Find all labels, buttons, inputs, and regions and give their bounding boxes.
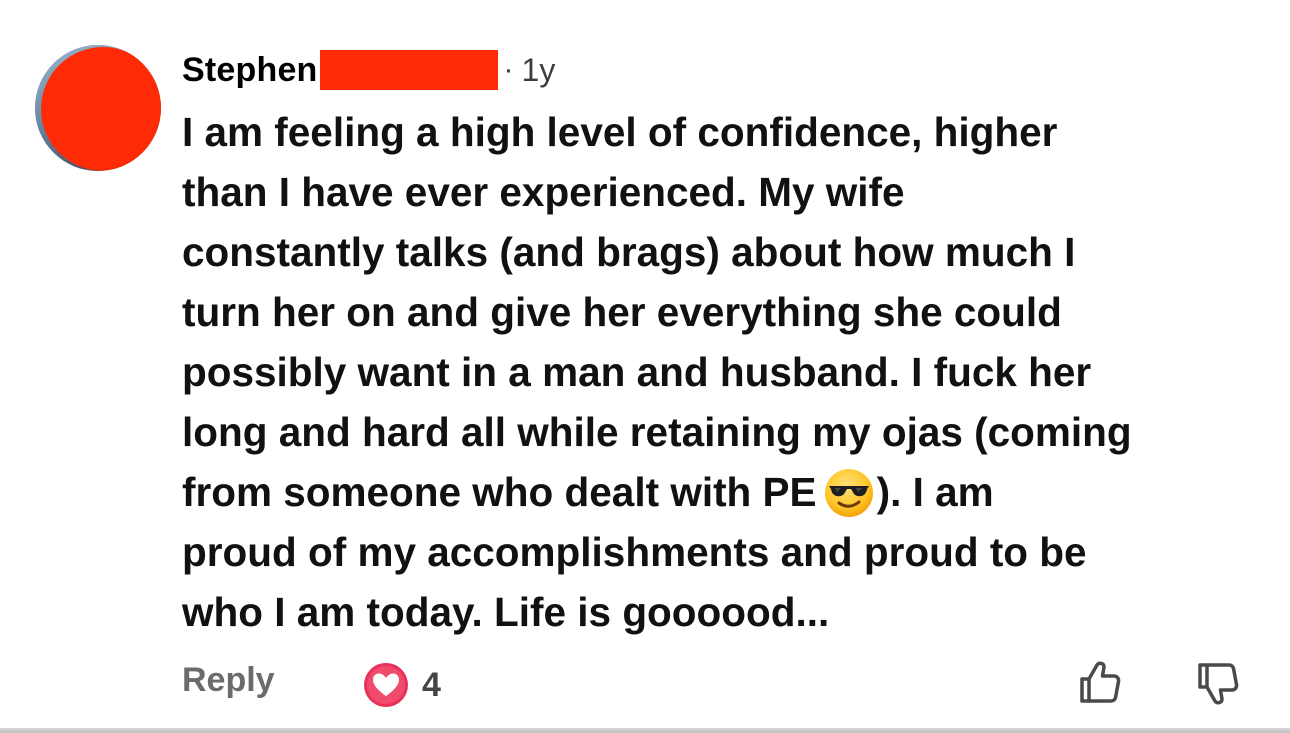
comment-line: long and hard all while retaining my oja… xyxy=(182,409,1132,455)
comment-text-segment: from someone who dealt with PE xyxy=(182,469,817,515)
avatar-redaction xyxy=(41,47,161,171)
comment-line: constantly talks (and brags) about how m… xyxy=(182,229,1076,275)
comment-body: I am feeling a high level of confidence,… xyxy=(182,102,1262,642)
reply-button[interactable]: Reply xyxy=(182,661,275,700)
separator-dot: · xyxy=(503,53,514,86)
comment-card: Stephen · 1y I am feeling a high level o… xyxy=(0,0,1290,733)
comment-header: Stephen · 1y xyxy=(182,44,555,96)
comment-text-segment: ). I am xyxy=(876,469,994,515)
timestamp: 1y xyxy=(521,51,556,88)
heart-icon xyxy=(364,663,408,707)
reaction-count: 4 xyxy=(422,665,441,704)
divider xyxy=(0,728,1290,733)
author-name[interactable]: Stephen xyxy=(182,51,318,90)
thumbs-up-icon[interactable] xyxy=(1074,657,1124,707)
comment-line-with-emoji: from someone who dealt with PE ). I am xyxy=(182,462,1262,522)
comment-actions: Reply 4 xyxy=(182,655,1252,711)
sunglasses-face-icon xyxy=(824,469,873,517)
comment-line: who I am today. Life is goooood... xyxy=(182,589,830,635)
reaction-summary[interactable]: 4 xyxy=(362,661,441,709)
comment-line: proud of my accomplishments and proud to… xyxy=(182,529,1087,575)
comment-line: possibly want in a man and husband. I fu… xyxy=(182,349,1092,395)
avatar[interactable] xyxy=(35,45,161,171)
thumbs-down-icon[interactable] xyxy=(1192,659,1242,709)
comment-line: turn her on and give her everything she … xyxy=(182,289,1062,335)
name-redaction xyxy=(319,50,498,90)
comment-line: I am feeling a high level of confidence,… xyxy=(182,109,1058,155)
comment-line: than I have ever experienced. My wife xyxy=(182,169,905,215)
